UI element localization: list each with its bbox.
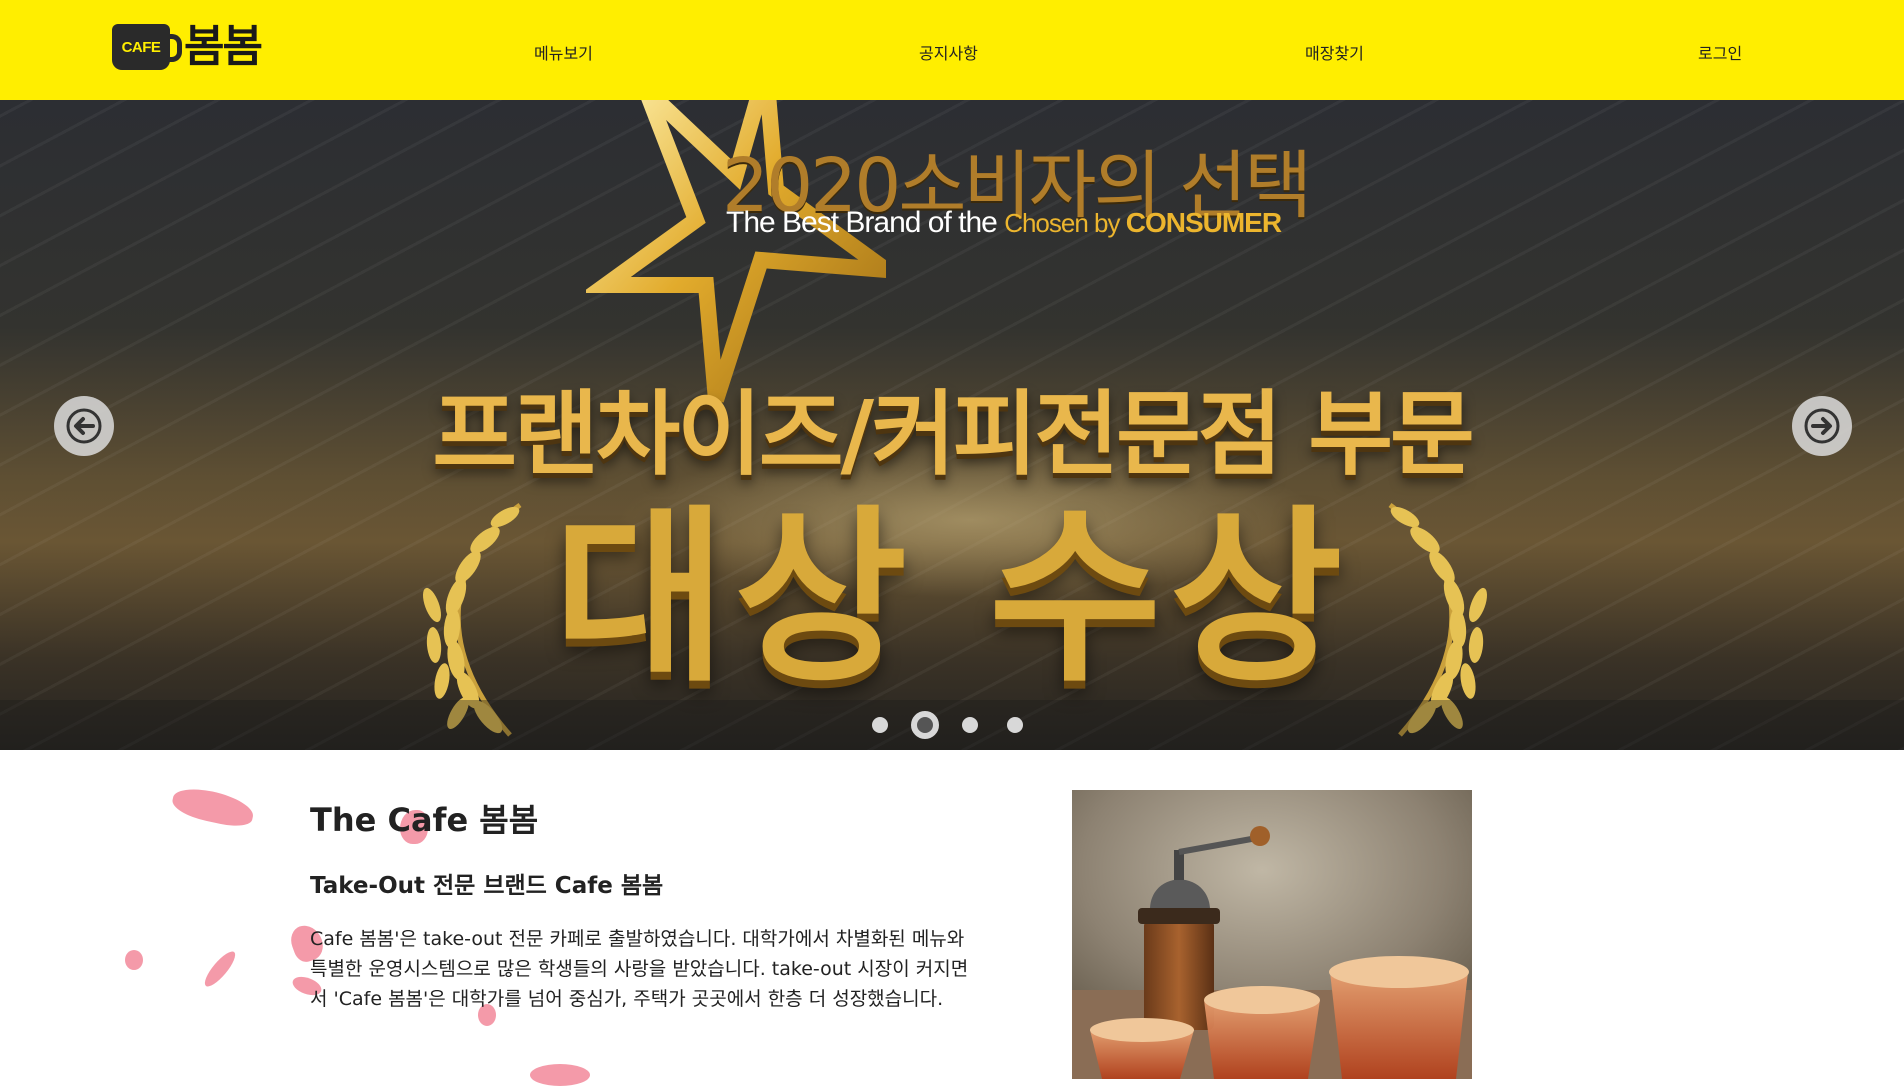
nav-item-login[interactable]: 로그인 bbox=[1698, 40, 1742, 64]
intro-subtitle: Take-Out 전문 브랜드 Cafe 봄봄 bbox=[310, 873, 664, 899]
petal-decoration bbox=[530, 1064, 590, 1086]
brand-logo[interactable]: CAFE 봄봄 bbox=[112, 21, 263, 72]
carousel-prev-button[interactable] bbox=[54, 396, 114, 456]
nav-item-notice[interactable]: 공지사항 bbox=[919, 40, 978, 64]
petal-decoration bbox=[200, 947, 240, 991]
arrow-right-icon bbox=[1804, 408, 1840, 444]
carousel-dot-1[interactable] bbox=[872, 717, 888, 733]
nav-item-menu[interactable]: 메뉴보기 bbox=[534, 40, 593, 64]
petal-decoration bbox=[169, 783, 257, 831]
iced-coffee-photo bbox=[1072, 790, 1472, 1079]
award-subtitle: The Best Brand of the Chosen by CONSUMER bbox=[726, 206, 1282, 240]
logo-text: 봄봄 bbox=[184, 21, 263, 72]
carousel-dot-4[interactable] bbox=[1007, 717, 1023, 733]
petal-decoration bbox=[125, 950, 143, 970]
coffee-cup-icon: CAFE bbox=[112, 24, 182, 70]
intro-body: Cafe 봄봄'은 take-out 전문 카페로 출발하였습니다. 대학가에서… bbox=[310, 928, 969, 1010]
grand-prize-text: 대상 수상 bbox=[553, 489, 1351, 708]
award-category: 프랜차이즈/커피전문점 부문 bbox=[432, 381, 1474, 488]
award-subtitle-gold: Chosen by bbox=[1004, 208, 1120, 238]
site-header: CAFE 봄봄 메뉴보기 공지사항 매장찾기 로그인 bbox=[0, 0, 1904, 100]
carousel-dot-3[interactable] bbox=[962, 717, 978, 733]
carousel-dot-2[interactable] bbox=[911, 711, 939, 739]
carousel-indicator-bar bbox=[0, 700, 1904, 750]
coffee-grinder-image bbox=[1072, 826, 1472, 1079]
carousel-next-button[interactable] bbox=[1792, 396, 1852, 456]
award-subtitle-white: The Best Brand of the bbox=[726, 206, 998, 239]
nav-item-store-finder[interactable]: 매장찾기 bbox=[1305, 40, 1364, 64]
intro-title: The Cafe 봄봄 bbox=[310, 801, 539, 839]
award-subtitle-consumer: CONSUMER bbox=[1125, 207, 1282, 238]
logo-badge: CAFE bbox=[121, 38, 161, 56]
hero-carousel: 2020소비자의 선택 The Best Brand of the Chosen… bbox=[0, 100, 1904, 750]
arrow-left-icon bbox=[66, 408, 102, 444]
